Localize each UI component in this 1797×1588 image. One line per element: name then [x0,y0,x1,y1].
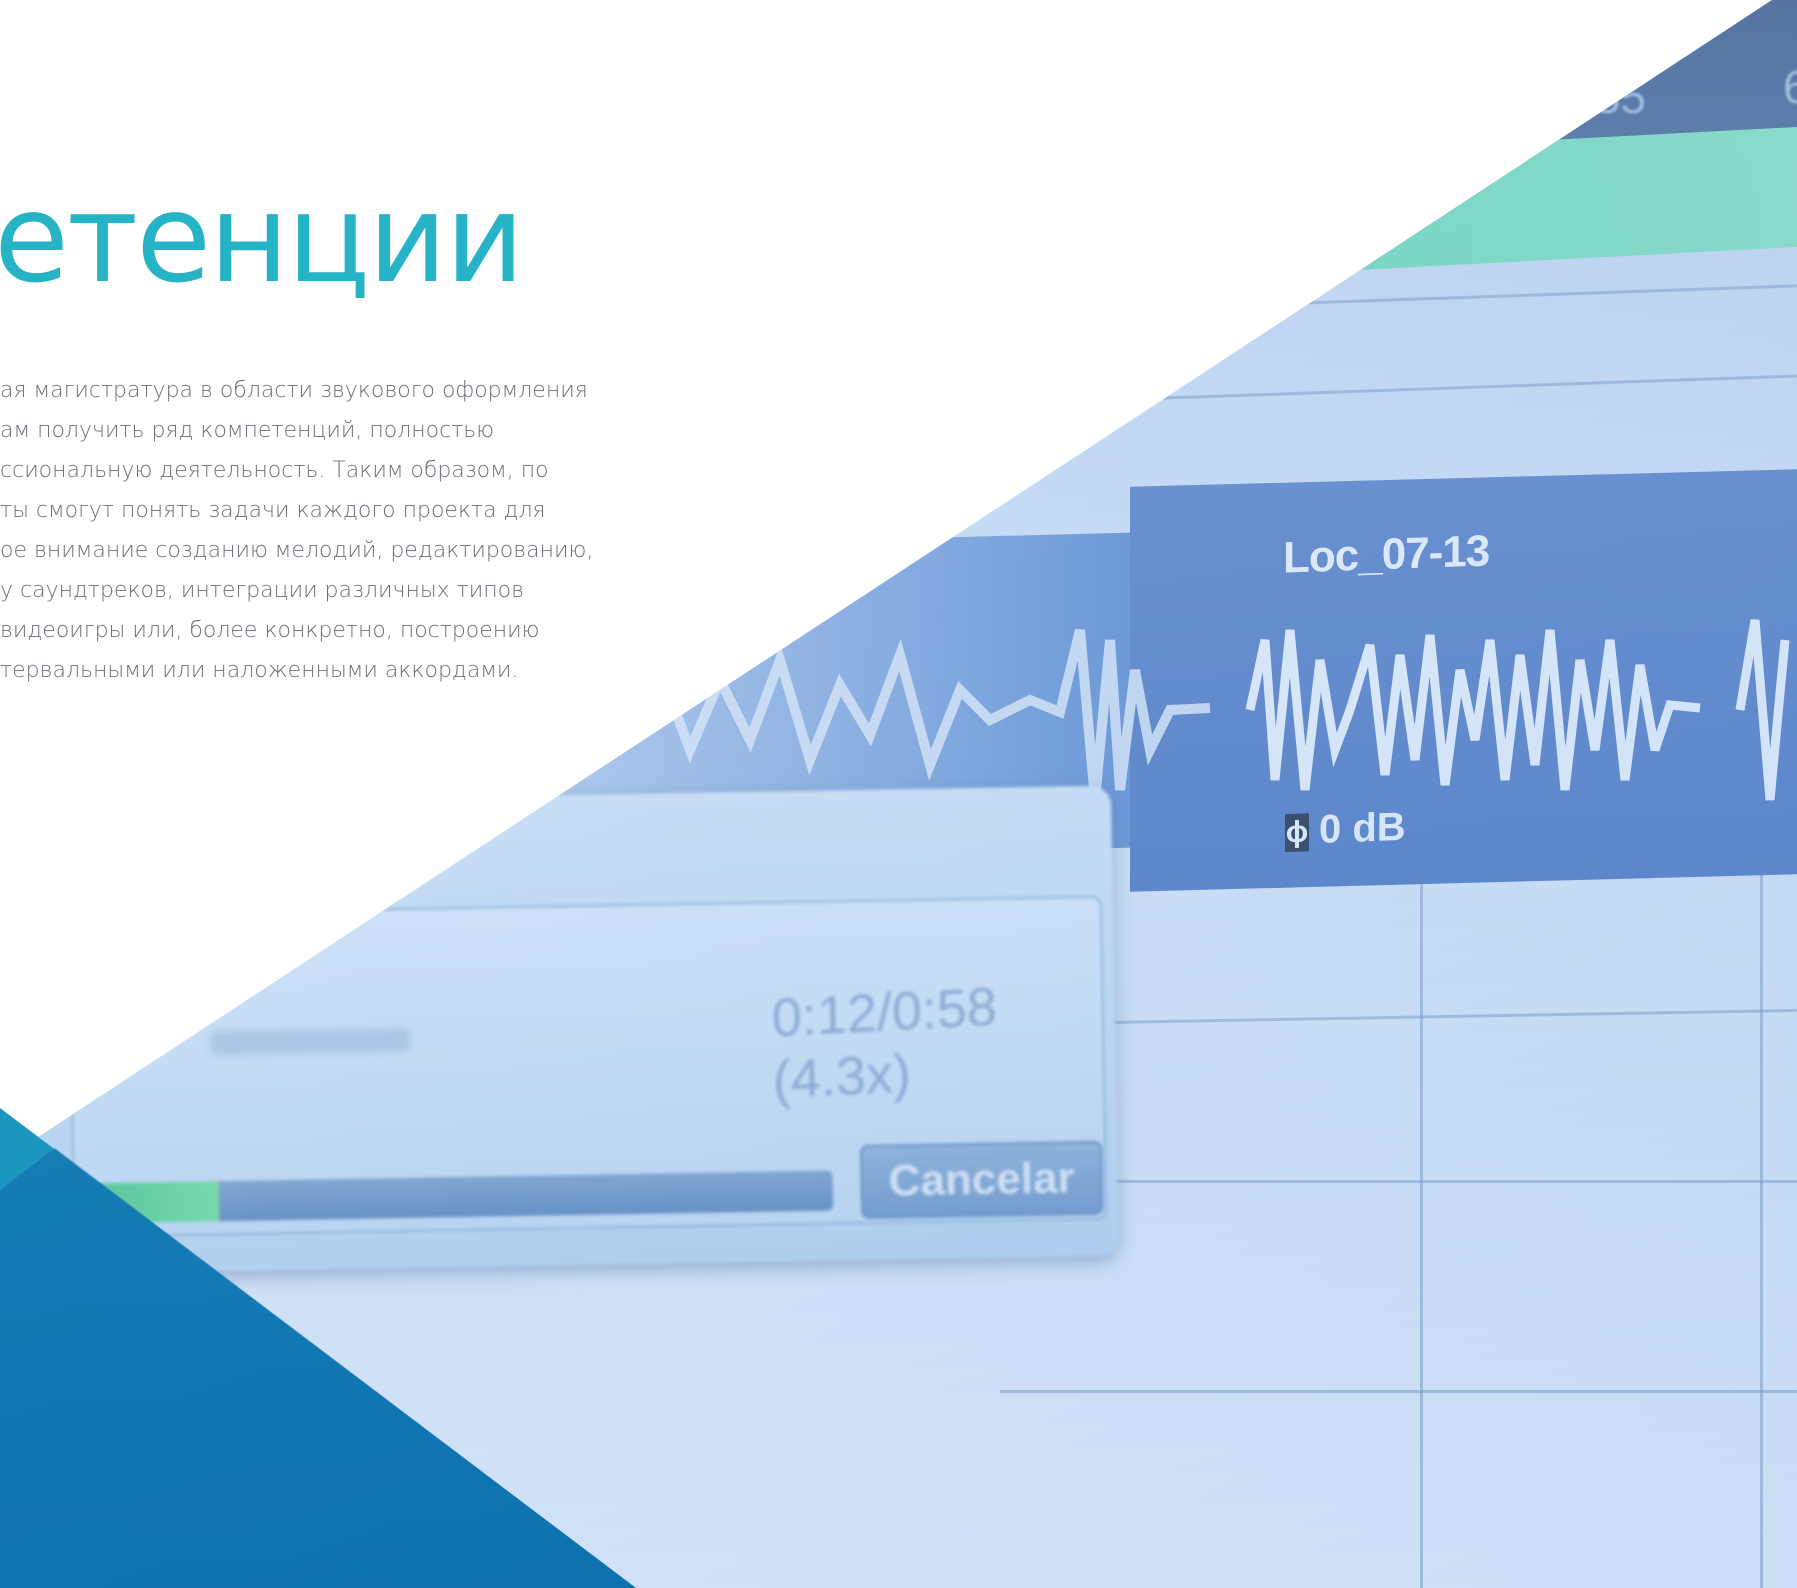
grid-line [900,284,1797,319]
grid-line [1420,880,1423,1588]
grid-line [1760,860,1763,1588]
grid-line [1000,1390,1797,1393]
description-text: ая магистратура в области звукового офор… [0,371,605,691]
selection-band [1300,126,1797,274]
description-line: видеоигры или, более конкретно, построен… [0,618,540,643]
status-text [209,1027,411,1056]
grid-line [1100,1008,1797,1025]
description-line: ссиональную деятельность. Таким образом,… [0,458,549,483]
description-line: у саундтреков, интеграции различных типо… [0,578,524,603]
progress-dialog: 0:12/0:58 (4.3x) Cancelar [25,785,1120,1275]
timeline-readout: 6 [1783,61,1797,113]
page: етенции ая магистратура в области звуков… [0,0,1797,1588]
description-line: тервальными или наложенными аккордами. [0,658,519,683]
section-title: етенции [0,168,525,310]
description-line: ая магистратура в области звукового офор… [0,378,588,403]
description-line: ты смогут понять задачи каждого проекта … [0,498,546,523]
timeline-readout: .55 [1582,71,1646,123]
clip-gain: ɸ0 dB [1285,805,1406,854]
clip-name: Loc_07-13 [1283,526,1490,583]
gain-value: 0 dB [1319,804,1406,852]
cancel-button[interactable]: Cancelar [860,1140,1104,1219]
description-line: ам получить ряд компетенций, полностью [0,418,495,443]
description-line: ое внимание созданию мелодий, редактиров… [0,538,594,563]
time-readout: 0:12/0:58 (4.3x) [771,976,998,1111]
phase-icon: ɸ [1285,813,1309,853]
grid-line [620,374,1797,419]
